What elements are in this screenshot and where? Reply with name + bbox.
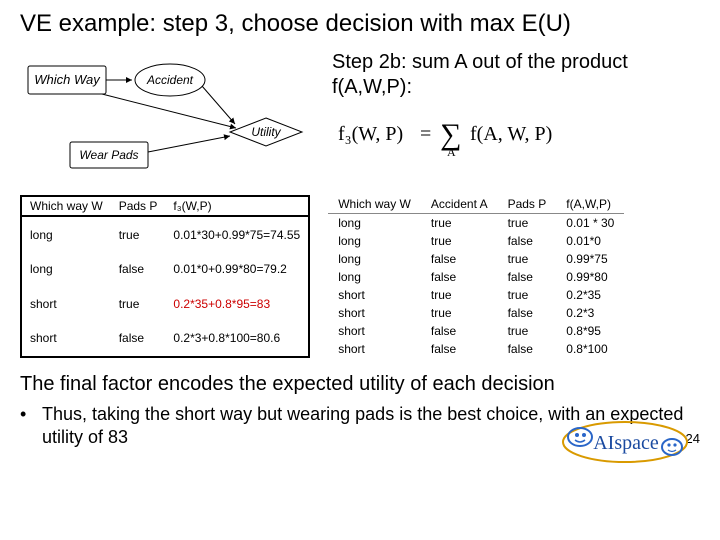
f3-table: Which way WPads Pf₃(W,P) longtrue0.01*30… <box>20 195 310 358</box>
table-row: shortfalse0.2*3+0.8*100=80.6 <box>21 321 309 357</box>
node-wear-pads: Wear Pads <box>79 148 138 162</box>
f-header: Accident A <box>421 195 498 214</box>
table-row: longfalsetrue0.99*75 <box>328 250 624 268</box>
f3-header: Pads P <box>111 196 166 216</box>
influence-diagram: Which Way Accident Utility Wear Pads <box>20 46 320 181</box>
table-row: longtruetrue0.01 * 30 <box>328 214 624 233</box>
table-row: shorttruetrue0.2*35 <box>328 286 624 304</box>
table-row: shorttruefalse0.2*3 <box>328 304 624 322</box>
table-row: longtruefalse0.01*0 <box>328 232 624 250</box>
svg-text:f(A, W, P): f(A, W, P) <box>470 123 552 145</box>
table-row: longfalsefalse0.99*80 <box>328 268 624 286</box>
table-row: shorttrue0.2*35+0.8*95=83 <box>21 286 309 320</box>
svg-text:AIspace: AIspace <box>593 432 659 454</box>
table-row: longtrue0.01*30+0.99*75=74.55 <box>21 216 309 252</box>
table-row: shortfalsetrue0.8*95 <box>328 322 624 340</box>
svg-text:A: A <box>447 145 456 158</box>
f3-header: Which way W <box>21 196 111 216</box>
f3-header: f₃(W,P) <box>165 196 309 216</box>
f-table: Which way WAccident APads Pf(A,W,P) long… <box>328 195 624 358</box>
svg-text:f₃(W, P): f₃(W, P) <box>338 123 403 145</box>
slide-title: VE example: step 3, choose decision with… <box>20 10 700 38</box>
table-row: longfalse0.01*0+0.99*80=79.2 <box>21 252 309 286</box>
node-accident: Accident <box>146 73 194 87</box>
table-row: shortfalsefalse0.8*100 <box>328 340 624 358</box>
node-which-way: Which Way <box>34 72 101 87</box>
aispace-logo: AIspace <box>560 419 690 470</box>
step2b-text: Step 2b: sum A out of the product f(A,W,… <box>332 50 700 100</box>
final-note: The final factor encodes the expected ut… <box>20 372 700 397</box>
f-header: Which way W <box>328 195 421 214</box>
svg-text:=: = <box>420 123 431 145</box>
node-utility: Utility <box>251 125 281 139</box>
f-header: f(A,W,P) <box>556 195 624 214</box>
formula: f₃(W, P) = ∑ A f(A, W, P) <box>332 108 700 163</box>
f-header: Pads P <box>498 195 557 214</box>
bullet-marker: • <box>20 403 42 450</box>
